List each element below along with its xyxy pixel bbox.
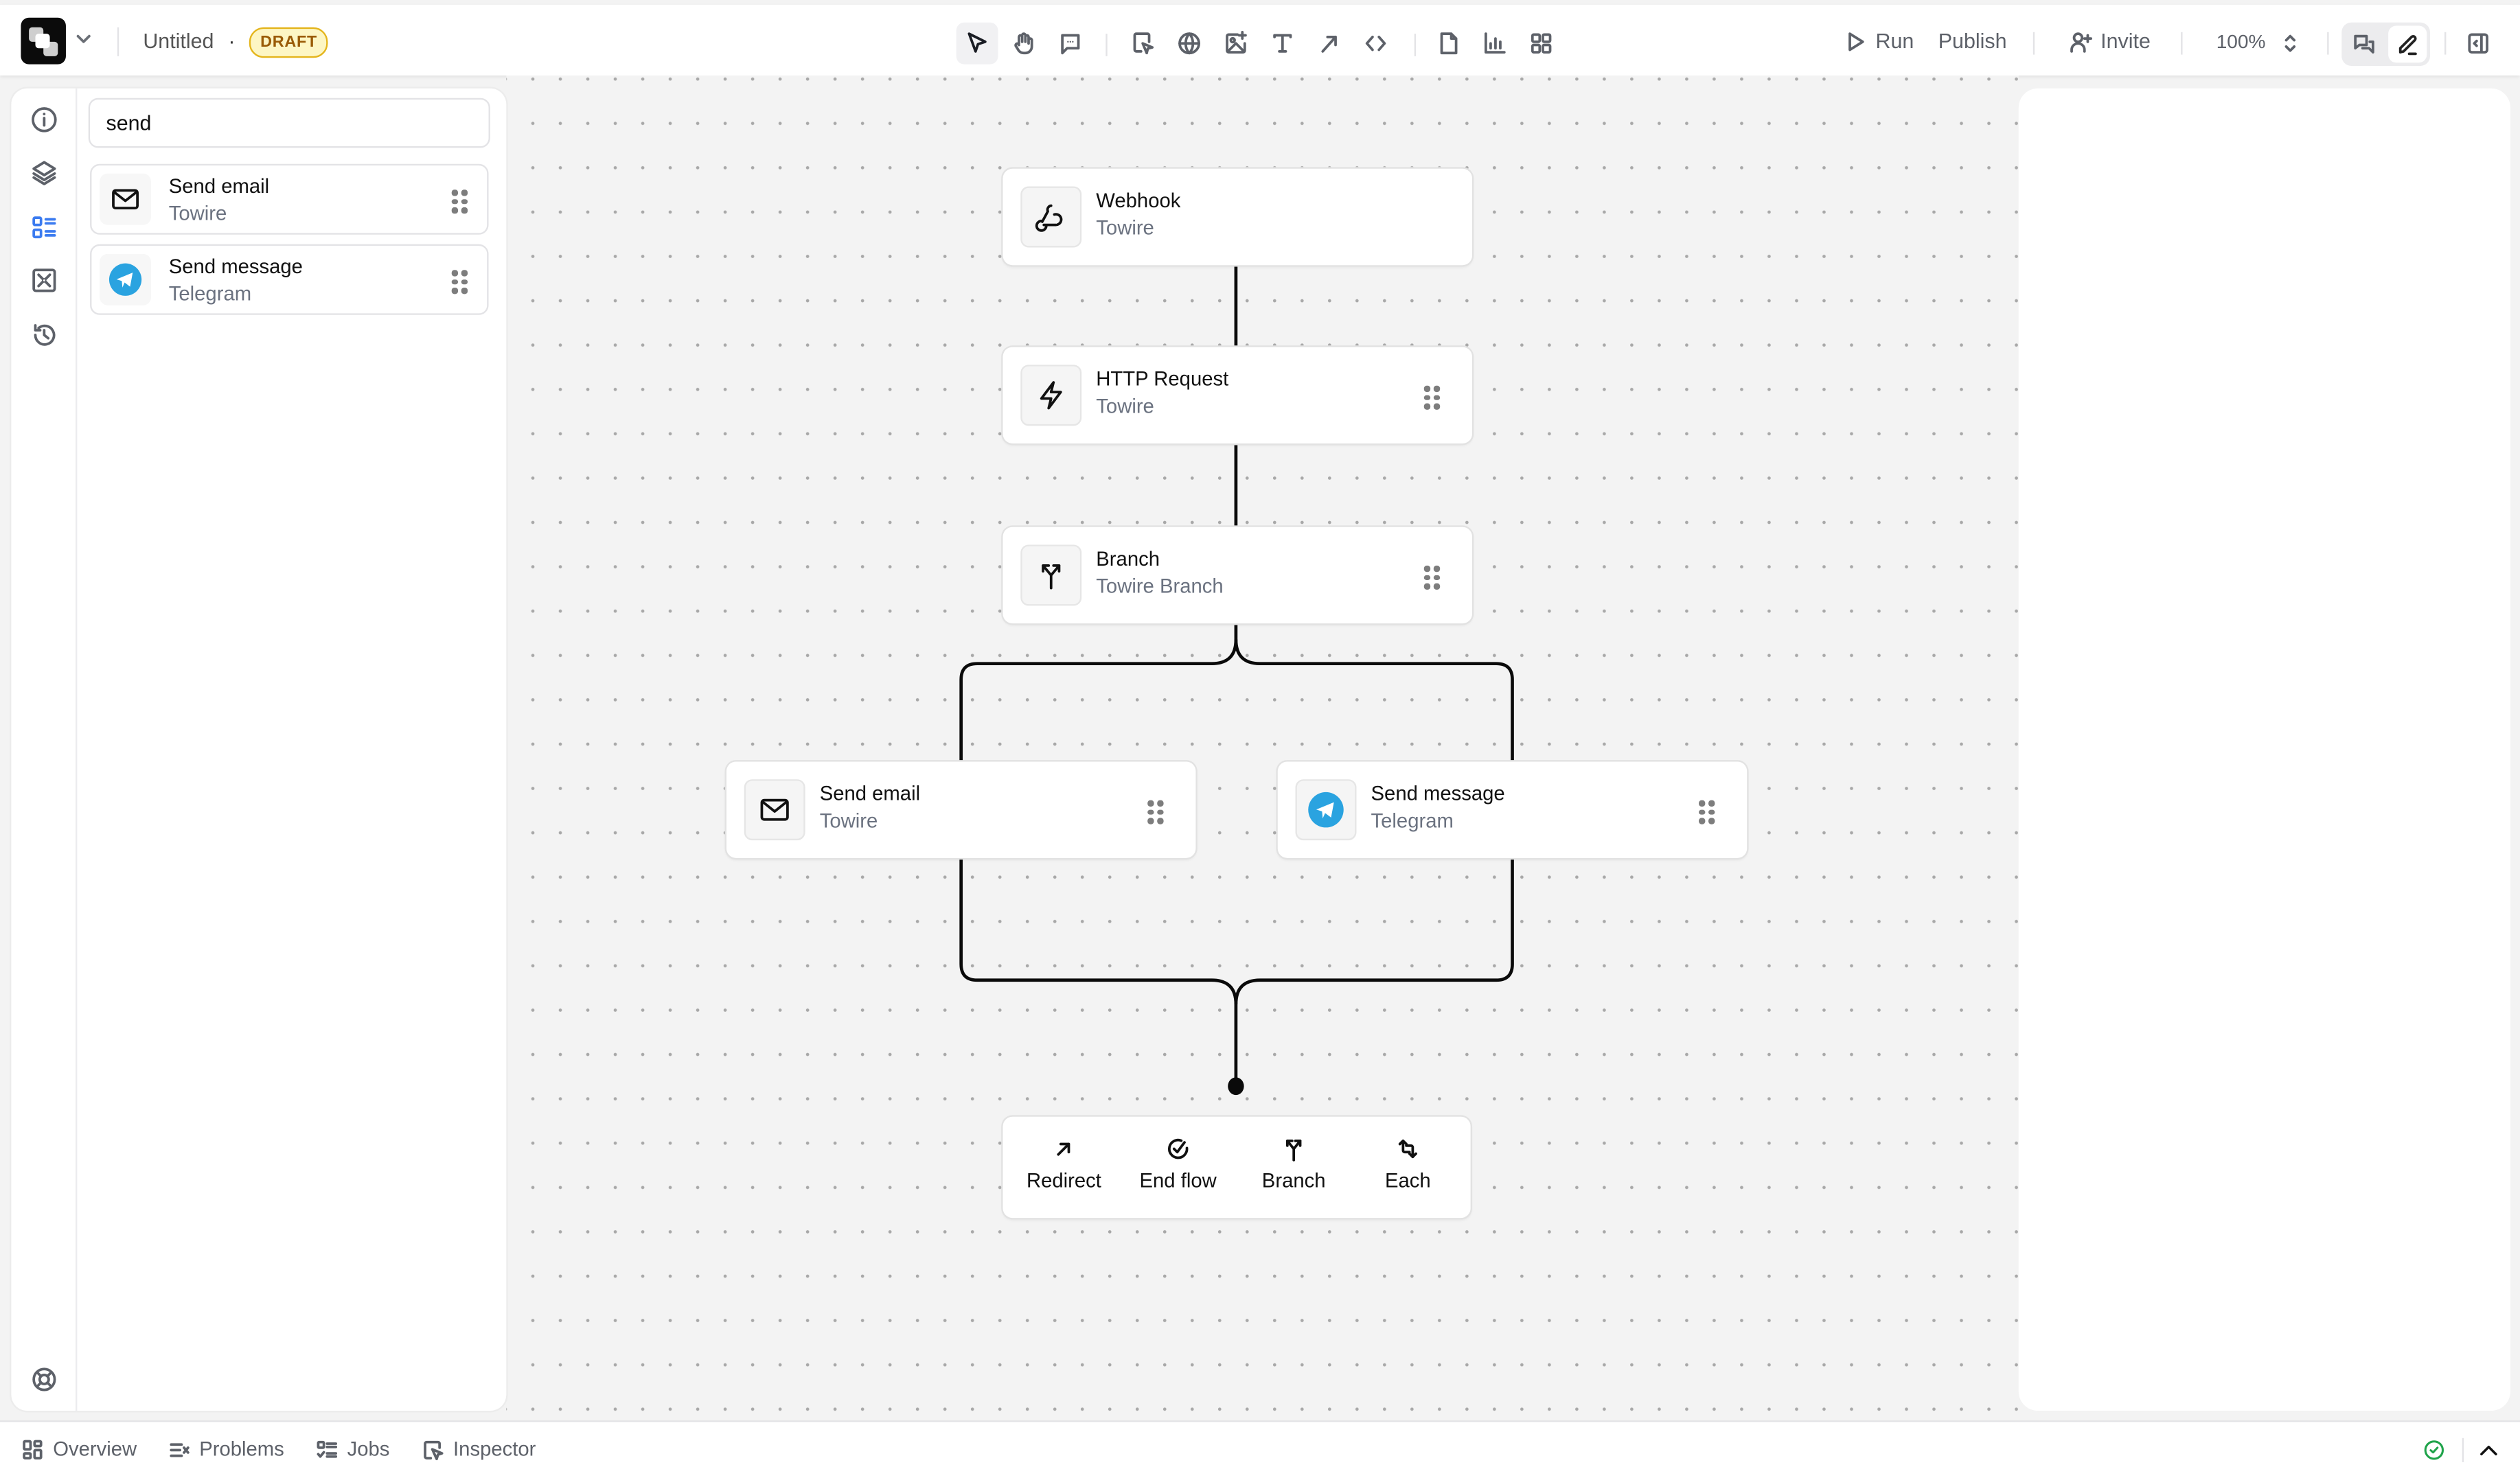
- result-icon-box: [100, 173, 152, 225]
- lifebuoy-icon: [32, 1367, 56, 1391]
- telegram-icon: [1308, 792, 1344, 828]
- tab-label: Overview: [53, 1437, 137, 1461]
- connector-endpoint[interactable]: [1228, 1077, 1244, 1096]
- action-label: Redirect: [1026, 1169, 1101, 1192]
- status-ok-icon[interactable]: [2424, 1440, 2444, 1460]
- node-provider: Telegram: [1371, 809, 1454, 833]
- tab-label: Problems: [199, 1437, 284, 1461]
- node-name: Send email: [819, 782, 921, 805]
- history-icon: [33, 323, 55, 345]
- node-provider: Towire: [1096, 395, 1154, 418]
- chevron-up-icon[interactable]: [2478, 1442, 2499, 1459]
- node-webhook[interactable]: Webhook Towire: [1003, 168, 1472, 266]
- node-provider: Towire: [1096, 216, 1154, 240]
- telegram-icon: [108, 263, 142, 296]
- rail-info-button[interactable]: [29, 104, 58, 133]
- mail-icon: [112, 189, 139, 209]
- connector-branch-left: [959, 623, 1238, 762]
- drag-handle-icon[interactable]: [1699, 800, 1715, 824]
- node-branch[interactable]: Branch Towire Branch: [1003, 527, 1472, 624]
- action-label: End flow: [1139, 1169, 1217, 1192]
- node-icon-box: [1020, 365, 1082, 426]
- node-http-request[interactable]: HTTP Request Towire: [1003, 347, 1472, 444]
- tab-jobs[interactable]: Jobs: [317, 1438, 389, 1461]
- drag-handle-icon[interactable]: [1423, 385, 1440, 409]
- node-icon-box: [744, 779, 805, 841]
- left-rail: [11, 88, 78, 1411]
- check-circle-icon: [1168, 1138, 1189, 1159]
- node-send-email[interactable]: Send email Towire: [726, 761, 1196, 858]
- overview-grid-icon: [23, 1439, 43, 1459]
- search-result-item[interactable]: Send email Towire: [90, 163, 489, 235]
- result-name: Send email: [168, 175, 270, 198]
- node-provider: Towire Branch: [1096, 575, 1224, 598]
- add-step-menu: Redirect End flow Branch Each: [1003, 1116, 1471, 1219]
- connector-left-merge: [959, 857, 1238, 1004]
- branch-icon: [1285, 1139, 1302, 1162]
- list-blocks-icon: [32, 216, 56, 238]
- result-provider: Towire: [168, 202, 227, 225]
- drag-handle-icon[interactable]: [451, 189, 468, 213]
- result-icon-box: [100, 253, 152, 305]
- node-provider: Towire: [819, 809, 878, 833]
- divider: [2462, 1437, 2464, 1462]
- help-button[interactable]: [29, 1364, 58, 1393]
- lightning-icon: [1040, 381, 1062, 410]
- node-name: Webhook: [1096, 189, 1181, 212]
- action-label: Branch: [1261, 1169, 1326, 1192]
- node-name: Branch: [1096, 548, 1160, 570]
- left-panel: Send email Towire Send message Telegram: [11, 88, 507, 1411]
- action-label: Each: [1385, 1169, 1431, 1192]
- tab-inspector[interactable]: Inspector: [423, 1438, 536, 1461]
- branch-icon: [1042, 564, 1061, 590]
- node-name: Send message: [1371, 782, 1505, 805]
- tab-problems[interactable]: Problems: [169, 1438, 284, 1461]
- tab-label: Inspector: [453, 1437, 536, 1461]
- node-icon-box: [1295, 779, 1357, 841]
- add-end-flow-button[interactable]: End flow: [1127, 1129, 1230, 1206]
- add-redirect-button[interactable]: Redirect: [1013, 1129, 1116, 1206]
- layers-icon: [32, 160, 56, 185]
- mail-icon: [760, 798, 789, 821]
- rail-layers-button[interactable]: [29, 157, 58, 186]
- drag-handle-icon[interactable]: [1423, 565, 1440, 589]
- component-search-input[interactable]: [88, 97, 490, 148]
- rail-history-button[interactable]: [29, 320, 58, 349]
- tab-overview[interactable]: Overview: [23, 1438, 137, 1461]
- right-panel: [2018, 88, 2511, 1411]
- node-icon-box: [1020, 544, 1082, 606]
- tab-label: Jobs: [347, 1437, 390, 1461]
- bottom-bar: Overview Problems Jobs Inspector: [0, 1420, 2520, 1478]
- app-root: Untitled · DRAFT Run Publish Invite 100%…: [0, 0, 2520, 1478]
- search-result-item[interactable]: Send message Telegram: [90, 244, 489, 315]
- variable-box-icon: [32, 268, 56, 292]
- webhook-icon: [1035, 204, 1063, 232]
- jobs-checklist-icon: [317, 1440, 338, 1457]
- node-name: HTTP Request: [1096, 367, 1229, 391]
- connector-branch-right: [1234, 639, 1514, 762]
- connector-right-merge: [1234, 857, 1514, 1087]
- node-icon-box: [1020, 186, 1082, 248]
- rail-variables-button[interactable]: [29, 265, 58, 294]
- arrow-up-right-icon: [1057, 1142, 1070, 1156]
- node-send-message[interactable]: Send message Telegram: [1277, 761, 1748, 858]
- result-name: Send message: [168, 255, 303, 278]
- result-provider: Telegram: [168, 282, 252, 305]
- repeat-icon: [1398, 1139, 1417, 1159]
- rail-components-button[interactable]: [29, 212, 58, 241]
- problems-list-icon: [170, 1442, 190, 1457]
- drag-handle-icon[interactable]: [1147, 800, 1163, 824]
- inspector-cursor-icon: [424, 1440, 444, 1459]
- info-icon: [30, 106, 56, 132]
- add-each-button[interactable]: Each: [1356, 1129, 1459, 1206]
- drag-handle-icon[interactable]: [451, 270, 468, 294]
- add-branch-button[interactable]: Branch: [1242, 1129, 1345, 1206]
